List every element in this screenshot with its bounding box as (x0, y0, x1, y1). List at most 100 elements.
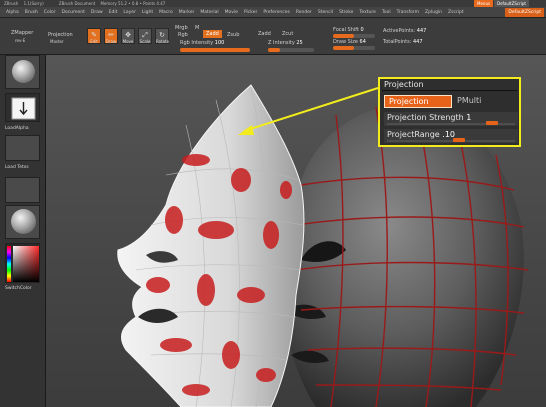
projection-strength-text: Projection Strength 1 (387, 113, 471, 122)
zsub-button[interactable]: Zsub (227, 32, 239, 38)
scale-icon: ⤢ (142, 31, 148, 39)
projection-mask-mesh (117, 84, 305, 407)
menu-item-zscript[interactable]: Zscript (448, 7, 464, 17)
brush-tile[interactable] (5, 55, 40, 89)
menu-item-stroke[interactable]: Stroke (339, 7, 353, 17)
menu-item-color[interactable]: Color (44, 7, 56, 17)
top-shelf: ZMapper rev-E Projection Master ✎ Edit ✏… (0, 18, 546, 55)
mrgb-button[interactable]: Mrgb (175, 25, 188, 31)
menu-item-texture[interactable]: Texture (359, 7, 375, 17)
focal-shift-track[interactable] (333, 34, 375, 38)
menu-item-marker[interactable]: Marker (179, 7, 195, 17)
move-button[interactable]: ✥ Move (121, 28, 135, 44)
texture-tile[interactable] (5, 135, 40, 161)
rgb-intensity-value: 100 (214, 40, 225, 46)
menu-item-edit[interactable]: Edit (109, 7, 118, 17)
draw-size-track[interactable] (333, 46, 375, 50)
color-picker[interactable] (5, 243, 40, 283)
z-intensity-label: Z Intensity (268, 40, 295, 46)
projection-strength-knob[interactable] (485, 121, 498, 125)
menu-item-draw[interactable]: Draw (91, 7, 103, 17)
move-icon: ✥ (125, 31, 131, 39)
alpha-arrow-icon (11, 97, 36, 120)
draw-size-value: 64 (359, 39, 366, 45)
menu-item-layer[interactable]: Layer (123, 7, 136, 17)
menu-item-transform[interactable]: Transform (397, 7, 419, 17)
rgb-intensity-track[interactable] (180, 48, 250, 52)
projection-toggle-button[interactable]: Projection (384, 95, 452, 108)
z-intensity-track[interactable] (268, 48, 314, 52)
project-range-track (387, 138, 515, 142)
menu-item-brush[interactable]: Brush (25, 7, 38, 17)
menu-item-tool[interactable]: Tool (382, 7, 391, 17)
menu-item-light[interactable]: Light (142, 7, 153, 17)
zmapper-sub-label: rev-E (15, 38, 26, 43)
material-tile[interactable] (5, 205, 40, 239)
m-button[interactable]: M (195, 25, 199, 31)
pmulti-button[interactable]: PMulti (457, 96, 481, 105)
z-intensity-slider[interactable]: Z Intensity 25 (268, 40, 303, 46)
active-points-label: ActivePoints: (383, 28, 416, 34)
zmapper-button[interactable]: ZMapper (11, 30, 33, 36)
projection-panel: Projection Projection PMulti Projection … (378, 77, 521, 147)
projection-master-label: Projection (48, 32, 73, 38)
rotate-button[interactable]: ↻ Rotate (155, 28, 169, 44)
projection-master-button[interactable]: Projection (48, 32, 73, 38)
menu-item-picker[interactable]: Picker (244, 7, 257, 17)
rotate-icon: ↻ (159, 31, 165, 39)
draw-size-slider[interactable]: Draw Size 64 (333, 39, 366, 45)
scale-button[interactable]: ⤢ Scale (138, 28, 152, 44)
menu-item-render[interactable]: Render (296, 7, 312, 17)
load-alpha-button[interactable]: LoadAlpha (5, 126, 41, 131)
material-sphere-icon (11, 209, 36, 234)
sculpted-head (277, 104, 529, 407)
brush-icon (12, 60, 35, 83)
project-range-knob[interactable] (452, 138, 465, 142)
menu-item-preferences[interactable]: Preferences (263, 7, 289, 17)
rgb-intensity-fill (180, 48, 250, 52)
memory-stats: Memory 51.2 • 0.8 • Points 4.47 (100, 1, 166, 6)
active-points-value: 447 (416, 28, 427, 34)
default-script-button[interactable]: DefaultZScript (494, 0, 529, 7)
main-menu-bar: Alpha Brush Color Document Draw Edit Layer Ligh… (0, 7, 546, 18)
rotate-label: Rotate (156, 39, 170, 44)
projection-panel-title: Projection (384, 80, 424, 89)
rgb-button[interactable]: Rgb (178, 32, 188, 38)
project-range-text: ProjectRange .10 (387, 130, 455, 139)
draw-button[interactable]: ✏ Draw (104, 28, 118, 44)
projection-strength-slider[interactable]: Projection Strength 1 (384, 112, 518, 126)
stroke-tile[interactable] (5, 177, 40, 203)
left-tray: LoadAlpha Load Tetxs SwitchColor (0, 55, 46, 407)
focal-shift-fill (333, 34, 354, 38)
menu-item-zplugin[interactable]: Zplugin (425, 7, 442, 17)
menus-button[interactable]: Menus (474, 0, 494, 7)
panel-divider (382, 90, 517, 91)
rgb-intensity-label: Rgb Intensity (180, 40, 214, 46)
menu-item-document[interactable]: Document (62, 7, 85, 17)
load-texture-button[interactable]: Load Tetxs (5, 165, 41, 170)
menu-item-alpha[interactable]: Alpha (6, 7, 19, 17)
draw-icon: ✏ (108, 31, 114, 39)
active-points-readout: ActivePoints: 447 (383, 28, 426, 34)
move-label: Move (122, 39, 134, 44)
draw-size-label: Draw Size (333, 39, 358, 45)
project-range-slider[interactable]: ProjectRange .10 (384, 129, 518, 143)
menu-item-macro[interactable]: Macro (159, 7, 173, 17)
zadd-button[interactable]: Zadd (203, 30, 222, 38)
menu-item-material[interactable]: Material (200, 7, 218, 17)
switch-color-button[interactable]: SwitchColor (5, 286, 41, 291)
zmapper-label: ZMapper (11, 30, 34, 36)
menu-item-movie[interactable]: Movie (225, 7, 238, 17)
title-bar: ZBrush 1.1(Sorry) ZBrush Document Memory… (0, 0, 546, 7)
edit-label: Edit (90, 39, 98, 44)
focal-shift-label: Focal Shift (333, 27, 359, 33)
alpha-tile[interactable] (5, 93, 40, 122)
edit-button[interactable]: ✎ Edit (87, 28, 101, 44)
default-zscript-button[interactable]: DefaultZScript (505, 8, 544, 17)
rgb-intensity-slider[interactable]: Rgb Intensity 100 (180, 40, 224, 46)
projection-strength-track (387, 121, 515, 125)
menu-item-stencil[interactable]: Stencil (318, 7, 333, 17)
focal-shift-slider[interactable]: Focal Shift 0 (333, 27, 364, 33)
app-version: 1.1(Sorry) (23, 1, 44, 6)
projection-strength-value: 1 (466, 113, 472, 122)
